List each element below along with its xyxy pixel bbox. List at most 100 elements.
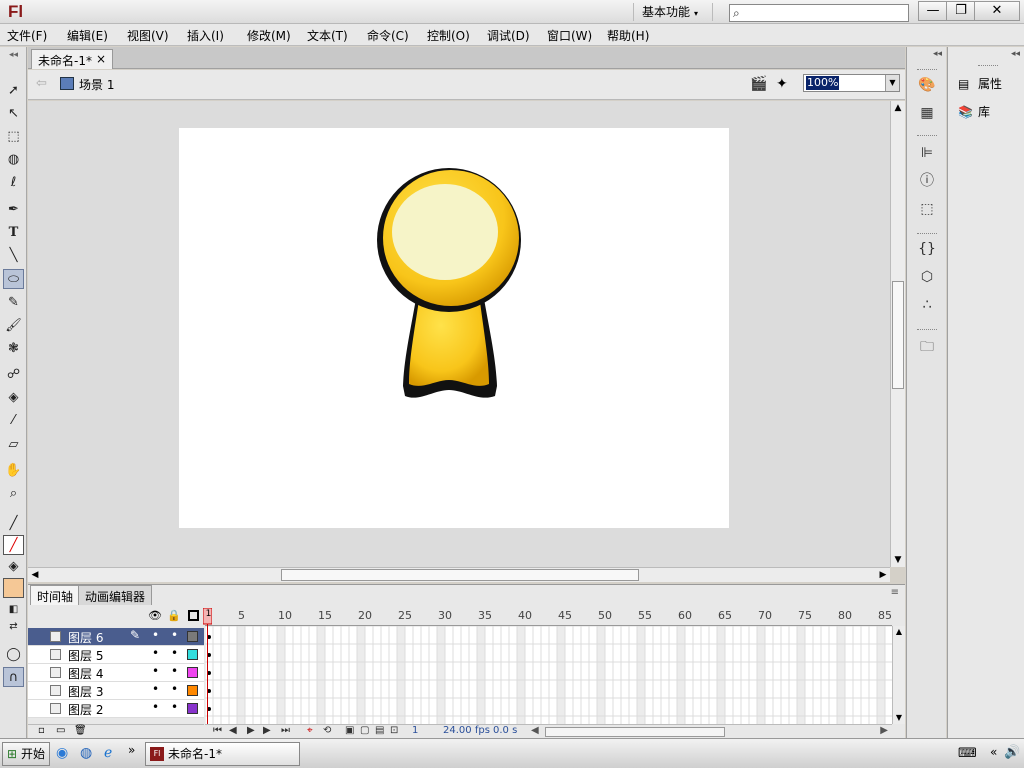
qq-browser-icon[interactable]: ◍: [80, 745, 92, 761]
edit-symbols-icon[interactable]: ✦: [776, 76, 788, 92]
stroke-color-swatch[interactable]: ╱: [3, 535, 24, 555]
snap-to-objects-icon[interactable]: ∩: [3, 667, 24, 687]
brush-tool-icon[interactable]: 🖌: [3, 316, 24, 336]
horizontal-scrollbar[interactable]: ◀ ▶: [28, 567, 890, 582]
edit-scene-icon[interactable]: 🎬: [750, 76, 767, 92]
layer-row[interactable]: 图层 6 ✎ • •: [28, 628, 204, 646]
panel-grip[interactable]: [917, 135, 937, 138]
help-search-input[interactable]: ⌕: [729, 4, 909, 22]
swatches-panel-icon[interactable]: ▦: [917, 103, 937, 123]
new-folder-icon[interactable]: ▭: [56, 725, 65, 736]
fill-color-icon[interactable]: ◈: [3, 557, 24, 577]
scroll-up-icon[interactable]: ▲: [891, 101, 905, 115]
onion-outline-icon[interactable]: ▢: [360, 725, 369, 736]
text-tool-icon[interactable]: T: [3, 223, 24, 243]
panel-grip[interactable]: [917, 329, 937, 332]
visible-dot[interactable]: •: [152, 628, 159, 642]
chrome-icon[interactable]: ◉: [56, 745, 68, 761]
menu-window[interactable]: 窗口(W): [547, 27, 592, 44]
scroll-right-icon[interactable]: ▶: [880, 725, 888, 736]
back-arrow-icon[interactable]: ⇦: [36, 76, 47, 91]
timeline-vscroll[interactable]: ▲ ▼: [892, 626, 905, 724]
workspace-switcher[interactable]: 基本功能 ▾: [633, 3, 713, 21]
horizontal-scroll-thumb[interactable]: [281, 569, 639, 581]
visible-dot[interactable]: •: [152, 700, 159, 714]
pen-tool-icon[interactable]: ✒: [3, 200, 24, 220]
tab-timeline[interactable]: 时间轴: [30, 585, 81, 605]
speaker-icon[interactable]: 🔊: [1004, 745, 1020, 760]
menu-modify[interactable]: 修改(M): [247, 27, 291, 44]
eyedropper-tool-icon[interactable]: ⁄: [3, 411, 24, 431]
layer-color-swatch[interactable]: [187, 685, 198, 696]
visible-dot[interactable]: •: [152, 682, 159, 696]
panel-menu-icon[interactable]: ≡: [891, 587, 899, 598]
project-panel-icon[interactable]: 🗀: [917, 337, 937, 357]
panel-grip[interactable]: [917, 69, 937, 72]
layer-color-swatch[interactable]: [187, 703, 198, 714]
layer-color-swatch[interactable]: [187, 631, 198, 642]
pencil-tool-icon[interactable]: ✎: [3, 293, 24, 313]
layer-row[interactable]: 图层 3 • •: [28, 682, 204, 700]
new-layer-icon[interactable]: ▫: [38, 725, 45, 736]
menu-text[interactable]: 文本(T): [307, 27, 348, 44]
lock-dot[interactable]: •: [171, 682, 178, 696]
layer-row[interactable]: 图层 4 • •: [28, 664, 204, 682]
vertical-scroll-thumb[interactable]: [892, 281, 904, 389]
line-tool-icon[interactable]: ╲: [3, 246, 24, 266]
lock-dot[interactable]: •: [171, 700, 178, 714]
delete-layer-icon[interactable]: 🗑: [74, 725, 87, 736]
scene-label[interactable]: 场景 1: [79, 76, 114, 93]
keyboard-icon[interactable]: ⌨: [958, 746, 977, 761]
collapse-icon[interactable]: ◂◂: [1011, 49, 1020, 59]
scroll-left-icon[interactable]: ◀: [28, 568, 42, 582]
properties-tab[interactable]: ▤ 属性: [958, 75, 1002, 92]
scroll-up-icon[interactable]: ▲: [893, 626, 905, 638]
edit-multiple-frames-icon[interactable]: ▤: [375, 725, 384, 736]
zoom-tool-icon[interactable]: ⌕: [3, 484, 24, 504]
first-frame-icon[interactable]: ⏮: [213, 725, 222, 736]
last-frame-icon[interactable]: ⏭: [281, 725, 290, 736]
vertical-scrollbar[interactable]: ▲ ▼: [890, 101, 905, 567]
transform-panel-icon[interactable]: ⬚: [917, 199, 937, 219]
selection-tool-icon[interactable]: ➚: [3, 81, 24, 101]
deco-tool-icon[interactable]: ❃: [3, 339, 24, 359]
playhead[interactable]: [203, 608, 212, 724]
eraser-tool-icon[interactable]: ▱: [3, 435, 24, 455]
minimize-button[interactable]: —: [918, 1, 948, 21]
scroll-left-icon[interactable]: ◀: [531, 725, 539, 736]
visible-dot[interactable]: •: [152, 646, 159, 660]
menu-commands[interactable]: 命令(C): [367, 27, 409, 44]
oval-tool-icon[interactable]: ⬭: [3, 269, 24, 289]
more-icon[interactable]: »: [128, 743, 135, 757]
collapse-icon[interactable]: ◂◂: [3, 50, 24, 60]
lock-dot[interactable]: •: [171, 664, 178, 678]
menu-debug[interactable]: 调试(D): [487, 27, 530, 44]
free-transform-tool-icon[interactable]: ⬚: [3, 127, 24, 147]
show-hidden-icons[interactable]: «: [990, 745, 997, 759]
object-drawing-icon[interactable]: ◯: [3, 645, 24, 665]
menu-control[interactable]: 控制(O): [427, 27, 470, 44]
scroll-right-icon[interactable]: ▶: [876, 568, 890, 582]
onion-markers-icon[interactable]: ⊡: [390, 725, 398, 736]
actions-panel-icon[interactable]: {}: [917, 239, 937, 259]
lock-dot[interactable]: •: [171, 646, 178, 660]
components-panel-icon[interactable]: ⬡: [917, 267, 937, 287]
bone-tool-icon[interactable]: ☍: [3, 365, 24, 385]
layer-row[interactable]: 图层 2 • •: [28, 700, 204, 718]
scroll-down-icon[interactable]: ▼: [891, 553, 905, 567]
paint-bucket-tool-icon[interactable]: ◈: [3, 388, 24, 408]
menu-file[interactable]: 文件(F): [7, 27, 47, 44]
frame-ruler[interactable]: 5 10 15 20 25 30 35 40 45 50 55 60 65 70 75 80 85: [205, 606, 892, 626]
menu-help[interactable]: 帮助(H): [607, 27, 649, 44]
close-tab-icon[interactable]: ×: [96, 52, 106, 66]
timeline-hscroll-thumb[interactable]: [545, 727, 725, 737]
panel-grip[interactable]: [917, 233, 937, 236]
layer-row[interactable]: 图层 5 • •: [28, 646, 204, 664]
subselection-tool-icon[interactable]: ↖: [3, 104, 24, 124]
visible-dot[interactable]: •: [152, 664, 159, 678]
stroke-color-icon[interactable]: ╱: [3, 514, 24, 534]
tab-motion-editor[interactable]: 动画编辑器: [78, 585, 153, 605]
next-frame-icon[interactable]: ▶: [263, 725, 271, 736]
menu-edit[interactable]: 编辑(E): [67, 27, 108, 44]
zoom-input[interactable]: 100% ▼: [803, 74, 900, 92]
